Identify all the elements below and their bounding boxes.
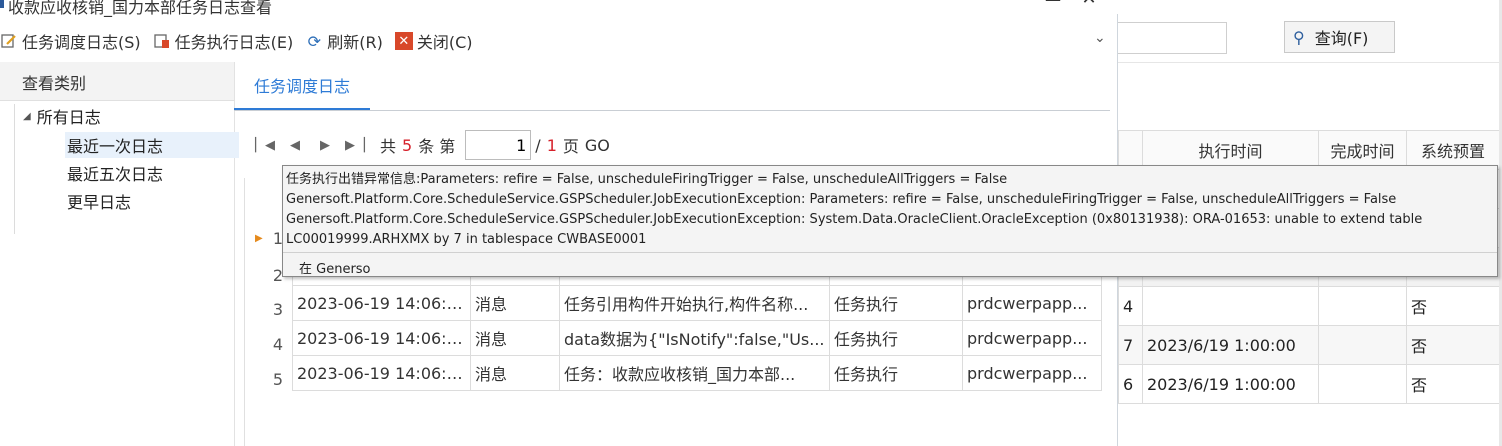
schedule-log-icon [0,32,18,50]
close-icon: ✕ [394,32,413,50]
tooltip-line: 任务执行出错异常信息:Parameters: refire = False, u… [286,172,1008,187]
query-button[interactable]: ⚲ 查询(F) [1284,21,1395,53]
close-button[interactable]: ✕ 关闭(C) [394,29,473,53]
cell-type: 任务执行 [829,355,963,391]
total-prefix: 共 [380,137,397,156]
cell-server: prdcwerpapp... [962,320,1102,356]
table-row[interactable]: 2023-06-19 14:06:4... 消息 data数据为{"IsNoti… [292,320,1102,356]
tab-strip: 任务调度日志 [234,62,1110,111]
tooltip-text: 任务执行出错异常信息:Parameters: refire = False, u… [286,170,1422,250]
refresh-icon: ⟳ [307,31,321,51]
tooltip-line: Genersoft.Platform.Core.ScheduleService.… [286,192,1397,207]
table-row[interactable]: 7 2023/6/19 1:00:00 否 [1118,325,1500,365]
category-header: 查看类别 [0,62,234,101]
tree-root-all-logs[interactable]: ◢ 所有日志 [23,104,101,128]
bg-header-cell [1118,130,1143,170]
query-button-label: 查询(F) [1314,29,1369,48]
row-number: 5 [272,370,284,389]
page-suffix: 页 [562,137,579,156]
tree-item-latest[interactable]: 最近一次日志 [65,132,239,158]
bg-header-preset[interactable]: 系统预置 [1406,130,1500,170]
cell-level: 消息 [470,355,560,391]
next-page-icon[interactable]: ▶ [314,135,336,155]
bg-cell-preset: 否 [1406,325,1500,365]
row-number: 4 [272,335,284,354]
category-header-label: 查看类别 [22,74,87,93]
bg-cell: 7 [1118,325,1143,365]
bg-cell: 4 [1118,286,1143,326]
bg-cell-done-time [1318,286,1407,326]
cell-server: prdcwerpapp... [962,285,1102,321]
close-window-button[interactable]: ✕ [1078,0,1100,10]
bg-header-done-time[interactable]: 完成时间 [1318,130,1407,170]
cell-message: 任务引用构件开始执行,构件名称... [559,285,830,321]
cell-type: 任务执行 [829,285,963,321]
table-row[interactable]: 2023-06-19 14:06:4... 消息 任务：收款应收核销_国力本部.… [292,355,1102,391]
cell-message: data数据为{"IsNotify":false,"Us... [559,320,830,356]
bg-cell-preset: 否 [1406,364,1500,404]
cell-time: 2023-06-19 14:06:4... [292,355,471,391]
cell-time: 2023-06-19 14:06:4... [292,285,471,321]
minimize-button[interactable]: — [1042,0,1064,10]
exec-log-icon [153,32,171,50]
page-number-input[interactable] [465,130,532,160]
tooltip-line: LC00019999.ARHXMX by 7 in tablespace CWB… [286,232,647,247]
bg-cell-done-time [1318,364,1407,404]
tooltip-line: Genersoft.Platform.Core.ScheduleService.… [286,212,1423,227]
last-page-icon[interactable]: ▶▕ [344,135,366,155]
bg-cell-exec-time: 2023/6/19 1:00:00 [1142,325,1319,365]
bg-cell: 6 [1118,364,1143,404]
current-row-indicator-icon: ▶ [255,233,263,244]
close-label: 关闭(C) [416,33,473,52]
refresh-label: 刷新(R) [327,33,383,52]
table-row[interactable]: 2023-06-19 14:06:4... 消息 任务引用构件开始执行,构件名称… [292,285,1102,321]
tree-item-earlier[interactable]: 更早日志 [65,188,133,214]
total-count: 5 [402,135,413,155]
tab-schedule-log[interactable]: 任务调度日志 [234,62,370,110]
exec-log-label: 任务执行日志(E) [174,33,294,52]
background-search-input[interactable] [1118,22,1227,54]
cell-level: 消息 [470,285,560,321]
bg-cell-done-time [1318,325,1407,365]
row-number: 3 [272,300,284,319]
pager: ▏◀ ◀ ▶ ▶▕ 共 5 条 第 / 1 页 GO [254,128,610,162]
tree-root-label: 所有日志 [36,108,101,127]
exec-log-button[interactable]: 任务执行日志(E) [153,29,294,53]
cell-level: 消息 [470,320,560,356]
total-unit: 条 第 [418,137,456,156]
tooltip-footer: 在 Generso [299,262,371,277]
category-tree: ◢ 所有日志 最近一次日志 最近五次日志 更早日志 [14,104,239,234]
first-page-icon[interactable]: ▏◀ [254,135,276,155]
page-slash: / [535,135,541,155]
bg-cell-preset: 否 [1406,286,1500,326]
go-button[interactable]: GO [585,136,610,155]
bg-cell-exec-time: 2023/6/19 1:00:00 [1142,364,1319,404]
bg-cell-exec-time [1142,286,1319,326]
schedule-log-button[interactable]: 任务调度日志(S) [0,29,141,53]
app-icon [0,0,4,8]
error-tooltip: 任务执行出错异常信息:Parameters: refire = False, u… [282,165,1498,277]
tooltip-divider [283,252,1497,253]
table-row[interactable]: 6 2023/6/19 1:00:00 否 [1118,364,1500,404]
table-row[interactable]: 4 否 [1118,286,1500,326]
expand-arrow-icon[interactable]: ◢ [23,111,31,122]
refresh-button[interactable]: ⟳ 刷新(R) [305,29,383,53]
cell-type: 任务执行 [829,320,963,356]
cell-time: 2023-06-19 14:06:4... [292,320,471,356]
bg-header-exec-time[interactable]: 执行时间 [1142,130,1319,170]
chevron-down-icon[interactable]: ⌄ [1094,30,1106,46]
cell-server: prdcwerpapp... [962,355,1102,391]
window-title: 收款应收核销_国力本部任务日志查看 [8,0,273,17]
category-pane: 查看类别 ◢ 所有日志 最近一次日志 最近五次日志 更早日志 [0,62,239,446]
background-divider [1118,62,1502,63]
tree-item-last-five[interactable]: 最近五次日志 [65,160,165,186]
schedule-log-label: 任务调度日志(S) [22,33,141,52]
prev-page-icon[interactable]: ◀ [284,135,306,155]
page-count: 1 [546,135,557,155]
search-icon: ⚲ [1293,27,1305,47]
cell-message: 任务：收款应收核销_国力本部... [559,355,830,391]
toolbar: 任务调度日志(S) 任务执行日志(E) ⟳ 刷新(R) ✕ 关闭(C) [0,28,1118,54]
